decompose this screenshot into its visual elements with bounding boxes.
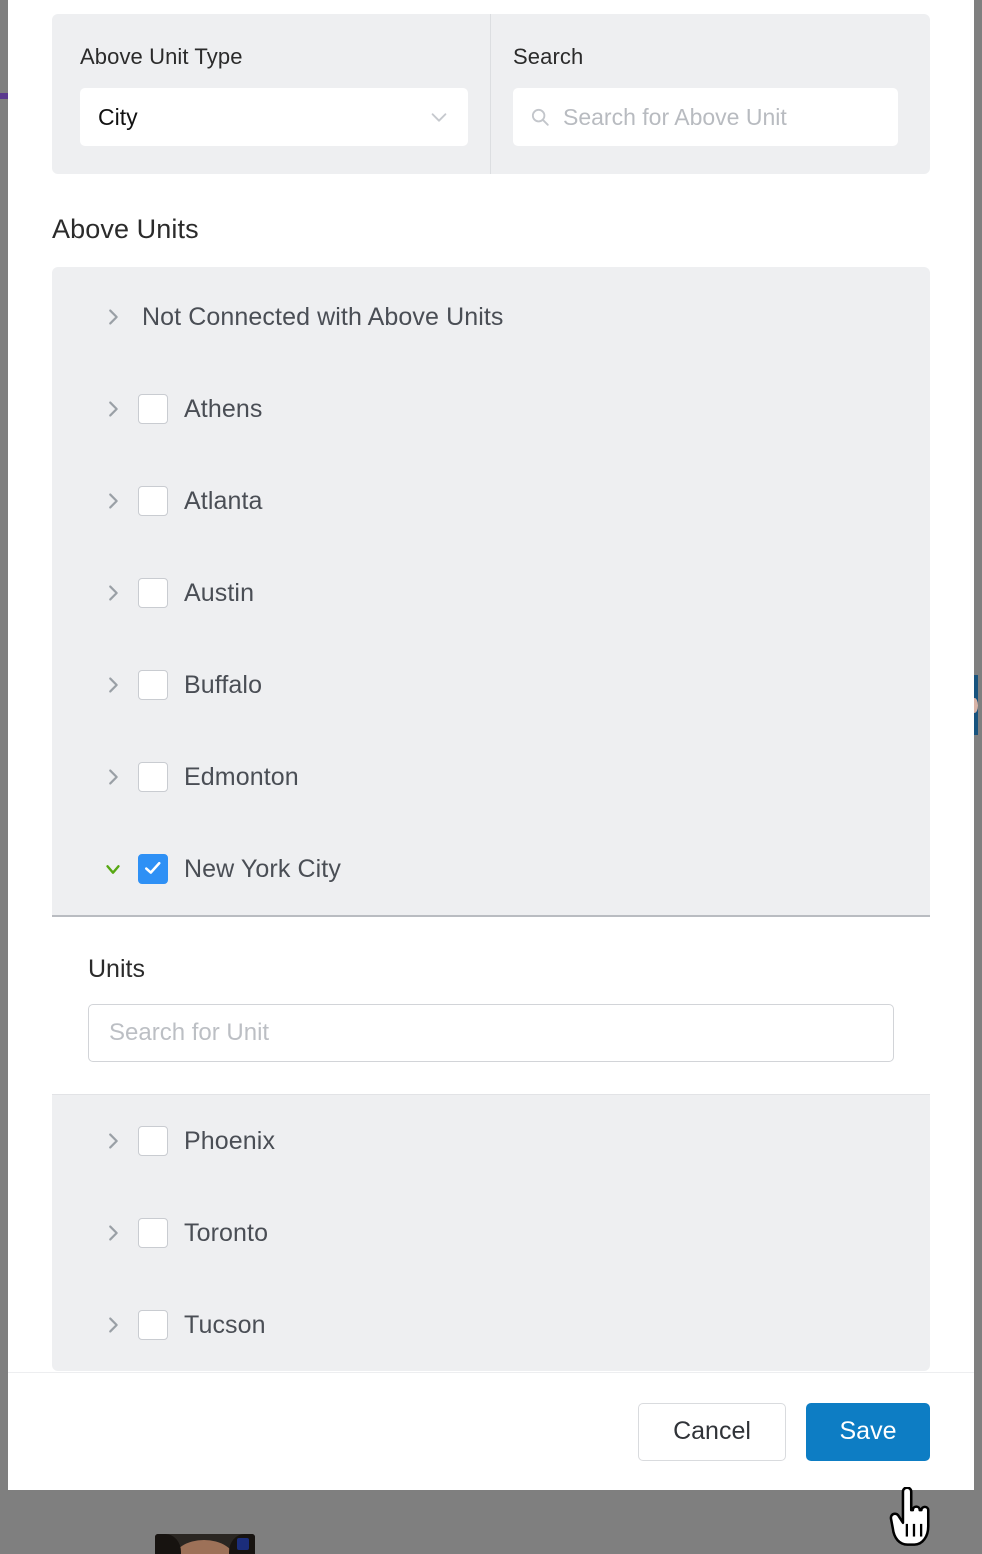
tree-row-label: Athens <box>184 394 263 423</box>
tree-row[interactable]: New York City <box>52 823 930 915</box>
row-checkbox[interactable] <box>138 670 168 700</box>
above-units-section-title: Above Units <box>52 214 199 244</box>
row-checkbox[interactable] <box>138 1126 168 1156</box>
tree-row-label: Edmonton <box>184 762 299 791</box>
tree-row[interactable]: Buffalo <box>52 639 930 731</box>
modal-body: Above Unit Type City Search Search for A… <box>8 0 974 1372</box>
chevron-right-icon[interactable] <box>100 396 126 422</box>
row-checkbox[interactable] <box>138 1310 168 1340</box>
chevron-right-icon[interactable] <box>100 1128 126 1154</box>
row-checkbox[interactable] <box>138 394 168 424</box>
above-unit-type-value: City <box>98 103 138 130</box>
avatar-face <box>173 1540 235 1554</box>
chevron-right-icon[interactable] <box>100 764 126 790</box>
tree-row[interactable]: Edmonton <box>52 731 930 823</box>
search-label: Search <box>513 44 584 69</box>
row-checkbox[interactable] <box>138 578 168 608</box>
search-icon <box>529 106 551 128</box>
units-subpanel: Units <box>52 915 930 1095</box>
above-unit-type-select[interactable]: City <box>80 88 468 146</box>
save-button[interactable]: Save <box>806 1402 930 1461</box>
tree-row-label: Atlanta <box>184 486 263 515</box>
backdrop-avatar-thumbnail <box>155 1534 255 1554</box>
tree-row-label: Toronto <box>184 1218 269 1247</box>
tree-row[interactable]: Not Connected with Above Units <box>52 267 930 363</box>
chevron-right-icon[interactable] <box>100 672 126 698</box>
row-checkbox[interactable] <box>138 762 168 792</box>
avatar-badge <box>237 1538 249 1550</box>
chevron-right-icon[interactable] <box>100 304 126 330</box>
above-unit-search-input[interactable] <box>563 103 884 131</box>
tree-row[interactable]: Toronto <box>52 1187 930 1279</box>
pointer-hand-cursor <box>888 1486 934 1547</box>
unit-search-box[interactable] <box>88 1004 894 1062</box>
tree-row-label: Not Connected with Above Units <box>142 302 504 331</box>
tree-row-label: Tucson <box>184 1310 266 1339</box>
above-unit-search-box[interactable] <box>513 88 898 146</box>
tree-row-label: Phoenix <box>184 1126 276 1155</box>
backdrop-purple-marker <box>0 93 8 99</box>
tree-row-label: New York City <box>184 854 341 883</box>
row-checkbox[interactable] <box>138 1218 168 1248</box>
units-subpanel-title: Units <box>88 955 145 983</box>
cancel-button[interactable]: Cancel <box>638 1402 786 1461</box>
filter-card: Above Unit Type City Search <box>52 14 930 174</box>
tree-row[interactable]: Tucson <box>52 1279 930 1371</box>
row-checkbox[interactable] <box>138 854 168 884</box>
above-units-tree: Not Connected with Above Units Athens Atla… <box>52 267 930 1371</box>
page-root: Above Unit Type City Search Search for A… <box>0 0 982 1554</box>
tree-row[interactable]: Phoenix <box>52 1095 930 1187</box>
above-unit-type-label: Above Unit Type <box>80 44 243 69</box>
modal-footer: Cancel Save <box>8 1372 974 1490</box>
row-checkbox[interactable] <box>138 486 168 516</box>
backdrop-right-strip <box>974 0 982 1554</box>
chevron-right-icon[interactable] <box>100 1312 126 1338</box>
tree-row-label: Buffalo <box>184 670 263 699</box>
tree-row-label: Austin <box>184 578 255 607</box>
avatar-hair-left <box>155 1534 181 1554</box>
chevron-right-icon[interactable] <box>100 580 126 606</box>
chevron-down-icon[interactable] <box>100 856 126 882</box>
chevron-down-icon <box>428 106 450 128</box>
unit-search-input[interactable] <box>109 1019 873 1047</box>
tree-row[interactable]: Atlanta <box>52 455 930 547</box>
backdrop-left-strip <box>0 0 8 1554</box>
tree-row[interactable]: Austin <box>52 547 930 639</box>
above-unit-search-column: Search <box>490 14 930 174</box>
chevron-right-icon[interactable] <box>100 1220 126 1246</box>
above-unit-type-column: Above Unit Type City <box>52 14 490 174</box>
above-units-modal: Above Unit Type City Search Search for A… <box>8 0 974 1490</box>
tree-row[interactable]: Athens <box>52 363 930 455</box>
chevron-right-icon[interactable] <box>100 488 126 514</box>
